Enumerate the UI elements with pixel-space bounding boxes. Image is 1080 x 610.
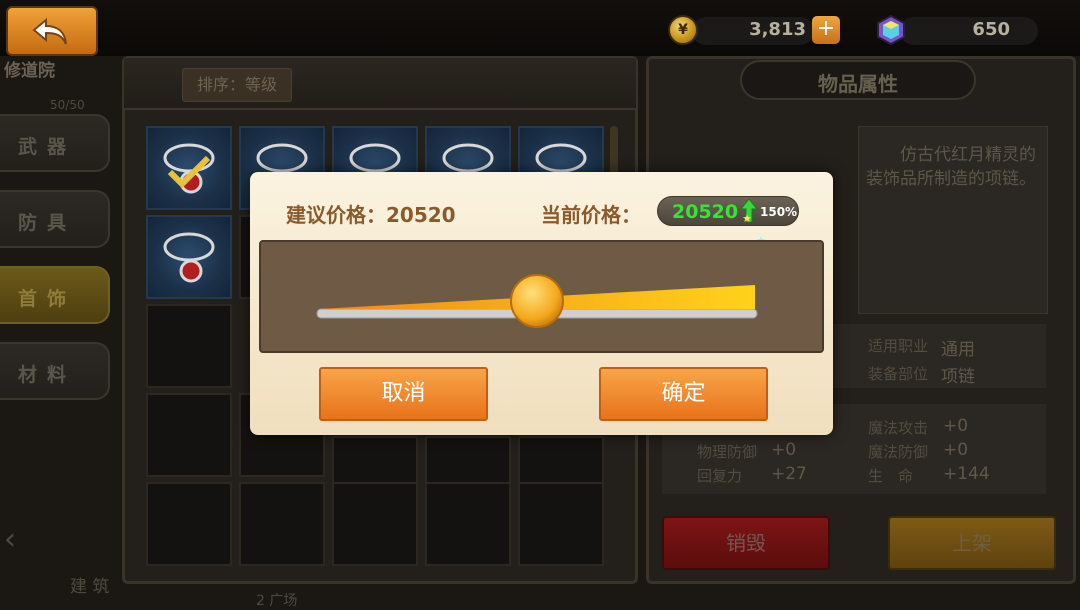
slot-value: 项链 — [941, 367, 975, 387]
job-value: 通用 — [941, 340, 975, 360]
sidebar-item-accessory[interactable]: 首饰 — [0, 266, 110, 324]
sidebar-item-material[interactable]: 材料 — [0, 342, 110, 400]
page-title: 修道院 — [4, 61, 55, 81]
necklace-item-icon — [163, 143, 215, 194]
inventory-slot-empty[interactable] — [146, 304, 232, 388]
inventory-slot-empty[interactable] — [518, 482, 604, 566]
inventory-slot-empty[interactable] — [146, 393, 232, 477]
necklace-item-icon — [163, 232, 215, 283]
back-button[interactable] — [6, 6, 98, 56]
add-coins-button[interactable]: + — [812, 16, 840, 44]
coin-amount: 3,813 — [749, 19, 806, 40]
inventory-slot-empty[interactable] — [332, 482, 418, 566]
stat-label: 魔法防御 — [868, 443, 929, 461]
current-price-value: 20520 — [672, 201, 739, 223]
sidebar-item-label: 防具 — [18, 212, 77, 234]
price-percent: 150% — [760, 205, 798, 219]
sparkle-icon: ★ — [742, 212, 752, 225]
slider-knob[interactable] — [510, 274, 564, 328]
sort-button[interactable]: 排序：等级 — [182, 68, 292, 102]
inventory-slot-empty[interactable] — [239, 482, 325, 566]
chevron-left-icon[interactable]: ‹ — [4, 522, 26, 562]
stat-label: 生 命 — [868, 467, 914, 485]
capacity-count: 50/50 — [50, 98, 85, 112]
sidebar-item-label: 武器 — [18, 136, 77, 158]
sidebar-item-weapon[interactable]: 武器 — [0, 114, 110, 172]
stat-value: +144 — [943, 464, 990, 484]
confirm-button[interactable]: 确定 — [599, 367, 768, 421]
inventory-slot-empty[interactable] — [425, 482, 511, 566]
stat-label: 魔法攻击 — [868, 419, 929, 437]
sidebar-item-label: 首饰 — [18, 288, 77, 310]
suggested-price: 建议价格：20520 — [286, 203, 456, 227]
gem-amount: 650 — [972, 19, 1010, 40]
stat-value: +0 — [943, 416, 969, 436]
stat-label: 回复力 — [697, 467, 743, 485]
destroy-button[interactable]: 销毁 — [662, 516, 830, 570]
building-label: 建 筑 — [70, 577, 110, 597]
gold-coin-icon: ¥ — [668, 15, 698, 45]
job-label: 适用职业 — [868, 337, 929, 355]
stat-value: +27 — [771, 464, 807, 484]
current-price-label: 当前价格： — [541, 203, 641, 227]
sidebar-item-label: 材料 — [18, 364, 77, 386]
stat-label: 物理防御 — [697, 443, 758, 461]
plaza-label: 2 广场 — [256, 593, 298, 609]
inventory-slot-empty[interactable] — [146, 482, 232, 566]
stat-value: +0 — [943, 440, 969, 460]
slot-label: 装备部位 — [868, 365, 929, 383]
sidebar-item-armor[interactable]: 防具 — [0, 190, 110, 248]
price-slider[interactable] — [259, 240, 824, 353]
inventory-slot-selected[interactable] — [146, 126, 232, 210]
cancel-button[interactable]: 取消 — [319, 367, 488, 421]
inventory-slot[interactable] — [146, 215, 232, 299]
list-for-sale-button[interactable]: 上架 — [888, 516, 1056, 570]
undo-arrow-icon — [32, 17, 67, 45]
item-description: 仿古代红月精灵的装饰品所制造的项链。 — [866, 145, 1036, 189]
detail-title: 物品属性 — [818, 72, 898, 96]
gem-icon — [877, 14, 905, 46]
stat-value: +0 — [771, 440, 797, 460]
